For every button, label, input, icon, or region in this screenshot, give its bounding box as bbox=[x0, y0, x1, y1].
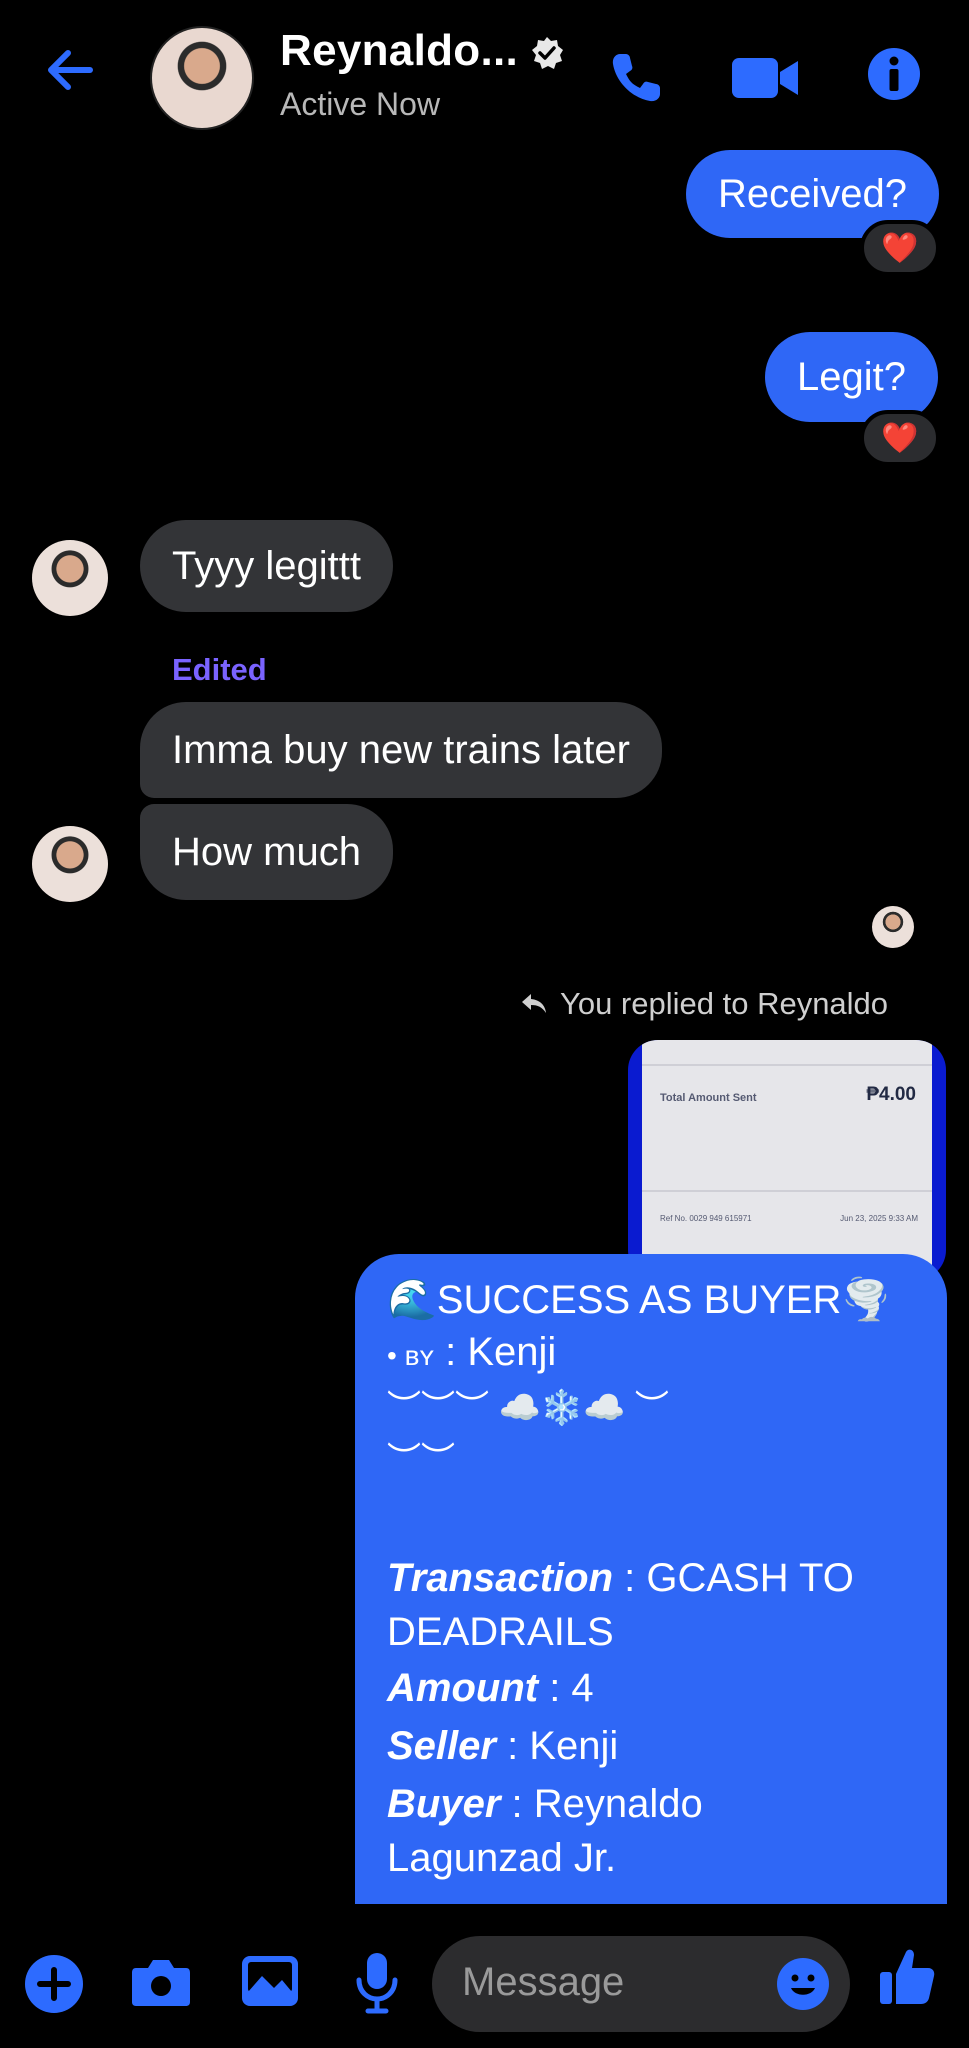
amount-label: Amount bbox=[387, 1666, 539, 1710]
transaction-line: Transaction : GCASH TO bbox=[387, 1556, 854, 1601]
heart-reaction[interactable]: ❤️ bbox=[860, 410, 940, 466]
reply-preview-image[interactable]: Total Amount Sent ₱4.00 Ref No. 0029 949… bbox=[628, 1040, 946, 1280]
back-arrow-icon[interactable] bbox=[40, 40, 120, 110]
transaction-message[interactable]: 🌊SUCCESS AS BUYER🌪️ • ʙʏ : Kenji ︶︶︶ ☁️❄… bbox=[355, 1254, 947, 1904]
reply-arrow-icon bbox=[522, 994, 546, 1013]
message-placeholder: Message bbox=[462, 1960, 625, 2004]
thumbs-up-icon[interactable] bbox=[878, 1946, 936, 2008]
message-incoming[interactable]: How much bbox=[140, 804, 393, 900]
amount-line: Amount : 4 bbox=[387, 1666, 594, 1711]
heart-reaction[interactable]: ❤️ bbox=[860, 220, 940, 276]
message-incoming[interactable]: Imma buy new trains later bbox=[140, 702, 662, 798]
by-prefix: • ʙʏ bbox=[387, 1340, 435, 1371]
receipt-screenshot: Total Amount Sent ₱4.00 Ref No. 0029 949… bbox=[642, 1040, 932, 1280]
plus-icon[interactable] bbox=[24, 1954, 84, 2014]
gallery-icon[interactable] bbox=[240, 1954, 300, 2008]
buyer-line: Buyer : Reynaldo bbox=[387, 1782, 703, 1827]
verified-badge-icon bbox=[530, 36, 564, 70]
phone-call-icon[interactable] bbox=[606, 48, 666, 108]
buyer-value: : Reynaldo bbox=[500, 1782, 703, 1826]
message-by-line: • ʙʏ : Kenji bbox=[387, 1330, 556, 1375]
message-incoming[interactable]: Tyyy legittt bbox=[140, 520, 393, 612]
receipt-total-label: Total Amount Sent bbox=[660, 1092, 757, 1104]
video-call-icon[interactable] bbox=[730, 52, 802, 104]
contact-avatar-small[interactable] bbox=[32, 540, 108, 616]
decor-line: ︶︶ bbox=[387, 1441, 455, 1479]
microphone-icon[interactable] bbox=[350, 1950, 404, 2016]
buyer-value-cont: Lagunzad Jr. bbox=[387, 1836, 617, 1880]
seller-line: Seller : Kenji bbox=[387, 1724, 618, 1769]
emoji-icon[interactable] bbox=[776, 1957, 830, 2011]
transaction-value-cont: DEADRAILS bbox=[387, 1610, 614, 1654]
info-icon[interactable] bbox=[866, 46, 922, 102]
transaction-value: : GCASH TO bbox=[613, 1556, 854, 1600]
contact-name[interactable]: Reynaldo... bbox=[280, 26, 518, 76]
reply-indicator: You replied to Reynaldo bbox=[520, 986, 888, 1022]
reply-label: You replied to Reynaldo bbox=[560, 986, 889, 1021]
contact-avatar-small[interactable] bbox=[32, 826, 108, 902]
transaction-label: Transaction bbox=[387, 1556, 613, 1600]
camera-icon[interactable] bbox=[130, 1954, 192, 2010]
seller-value: : Kenji bbox=[495, 1724, 619, 1768]
read-receipt-avatar bbox=[872, 906, 914, 948]
contact-avatar[interactable] bbox=[150, 26, 254, 130]
decor-line: ︶︶︶ ☁️❄️☁️ ︶ bbox=[387, 1389, 669, 1427]
divider bbox=[642, 1064, 932, 1066]
divider bbox=[642, 1190, 932, 1192]
amount-value: : 4 bbox=[538, 1666, 594, 1710]
buyer-label: Buyer bbox=[387, 1782, 501, 1826]
receipt-amount: ₱4.00 bbox=[866, 1084, 916, 1105]
message-outgoing[interactable]: Legit? bbox=[765, 332, 938, 422]
by-value: : Kenji bbox=[434, 1330, 557, 1374]
active-status: Active Now bbox=[280, 86, 441, 122]
receipt-date: Jun 23, 2025 9:33 AM bbox=[840, 1214, 918, 1223]
receipt-ref: Ref No. 0029 949 615971 bbox=[660, 1214, 752, 1223]
message-heading: 🌊SUCCESS AS BUYER🌪️ bbox=[387, 1278, 892, 1322]
seller-label: Seller bbox=[387, 1724, 496, 1768]
edited-label: Edited bbox=[172, 652, 267, 687]
